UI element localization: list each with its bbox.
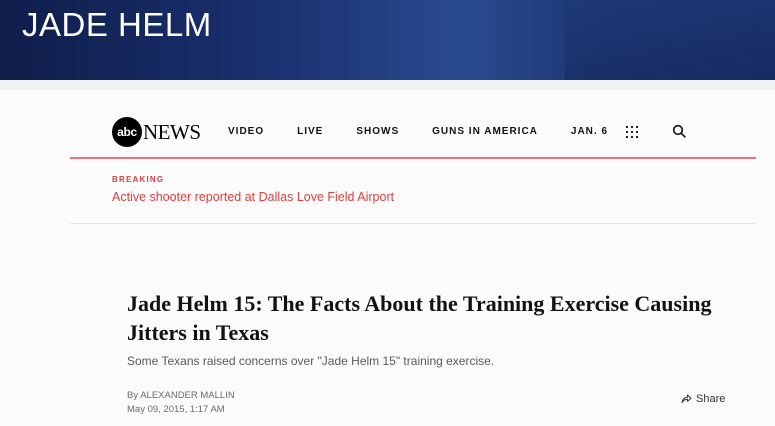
apps-grid-icon[interactable] [626, 126, 638, 138]
nav-item-shows[interactable]: SHOWS [356, 126, 399, 137]
nav-item-jan-6[interactable]: JAN. 6 [571, 126, 608, 137]
nav-item-live[interactable]: LIVE [297, 126, 323, 137]
share-label: Share [696, 393, 726, 405]
page-top-strip [0, 80, 775, 90]
article-subhead: Some Texans raised concerns over "Jade H… [127, 354, 495, 368]
video-frame: JADE HELM abc NEWS VIDEO LIVE SHOWS GUNS… [0, 0, 775, 426]
lower-third-banner: JADE HELM [0, 0, 775, 80]
logo-news-text: NEWS [143, 119, 201, 144]
article-headline: Jade Helm 15: The Facts About the Traini… [127, 291, 712, 345]
nav-item-guns-in-america[interactable]: GUNS IN AMERICA [432, 126, 538, 137]
search-icon[interactable] [672, 124, 686, 138]
publish-date: May 09, 2015, 1:17 AM [127, 404, 225, 415]
share-icon [681, 394, 692, 404]
site-header: abc NEWS VIDEO LIVE SHOWS GUNS IN AMERIC… [70, 108, 756, 158]
header-divider [70, 157, 756, 159]
abc-news-logo[interactable]: abc NEWS [112, 117, 201, 147]
logo-circle: abc [112, 117, 142, 147]
main-nav: VIDEO LIVE SHOWS GUNS IN AMERICA JAN. 6 [228, 126, 641, 137]
nav-item-video[interactable]: VIDEO [228, 126, 264, 137]
breaking-label: BREAKING [112, 175, 165, 184]
breaking-news-link[interactable]: Active shooter reported at Dallas Love F… [112, 190, 394, 204]
banner-title: JADE HELM [22, 6, 212, 43]
article-byline-block: By ALEXANDER MALLIN May 09, 2015, 1:17 A… [127, 389, 235, 417]
breaking-divider [70, 223, 756, 224]
share-button[interactable]: Share [681, 393, 725, 405]
author-byline[interactable]: By ALEXANDER MALLIN [127, 389, 235, 403]
